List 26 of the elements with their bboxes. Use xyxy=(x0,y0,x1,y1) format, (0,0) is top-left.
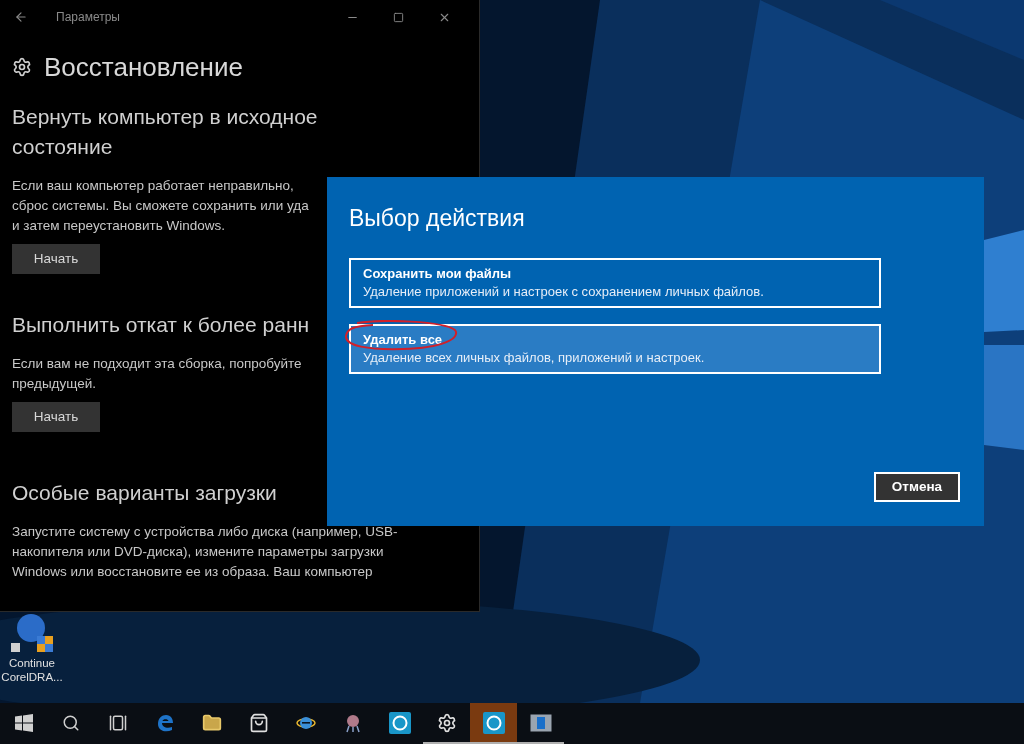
start-button[interactable]: Начать xyxy=(12,402,100,432)
section-heading: Выполнить откат к более ранн xyxy=(12,312,310,338)
section-heading: Особые варианты загрузки xyxy=(12,480,277,506)
section-description: Если вам не подходит эта сборка, попробуйте предыдущей. xyxy=(12,355,302,393)
cancel-button[interactable]: Отмена xyxy=(874,472,960,502)
maximize-icon[interactable] xyxy=(393,11,404,23)
gear-icon xyxy=(12,57,32,77)
option-button[interactable]: Сохранить мои файлы Удаление приложений и настроек с сохранением личных файлов. xyxy=(349,257,881,308)
gear-icon xyxy=(436,712,457,733)
page-title: Восстановление xyxy=(44,54,243,80)
search-icon xyxy=(61,713,80,732)
taskbar-button[interactable] xyxy=(470,703,517,744)
dialog-title: Выбор действия xyxy=(349,204,526,233)
desktop-icon-label[interactable]: Continue CorelDRA... xyxy=(1,656,63,684)
section-heading: Вернуть компьютер в исходное состояние xyxy=(12,104,318,160)
start-button[interactable]: Начать xyxy=(12,244,100,274)
store-icon xyxy=(248,712,269,733)
back-icon[interactable] xyxy=(14,10,28,24)
section-description: Если ваш компьютер работает неправильно, сброс системы. Вы сможете сохранить или уда и затем переустановить Windows. xyxy=(12,177,309,235)
option-button[interactable]: Удалить все Удаление всех личных файлов, приложений и настроек. xyxy=(349,323,881,374)
window-title: Параметры xyxy=(56,9,120,26)
window-icon xyxy=(529,713,552,732)
windows-logo-icon xyxy=(14,713,33,732)
section-description: Запустите систему с устройства либо диска (например, USB- накопителя или DVD-диска), измените параметры загрузки Windows или восстановите ее из образа. Ваш компьютер xyxy=(12,523,398,581)
folder-icon xyxy=(201,712,222,733)
task-view-icon xyxy=(108,713,127,732)
